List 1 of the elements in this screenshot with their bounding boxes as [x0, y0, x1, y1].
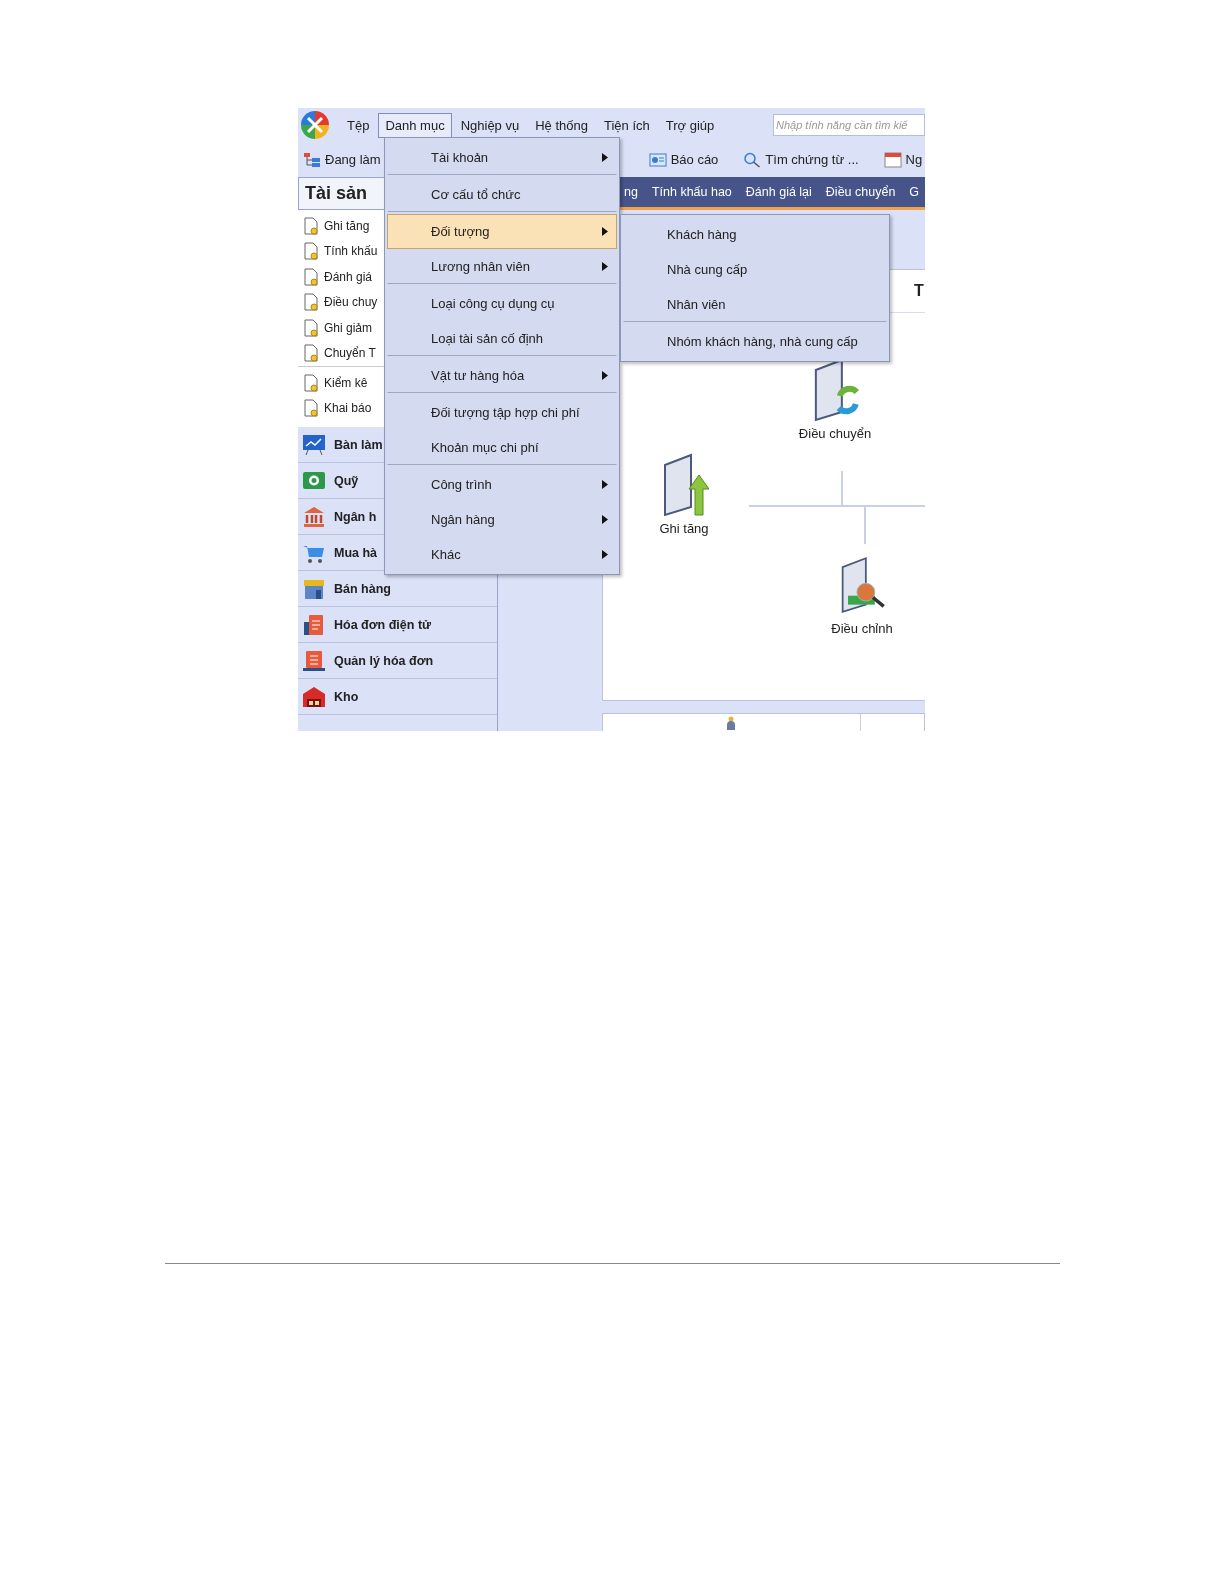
panel-heading: T	[914, 282, 924, 300]
